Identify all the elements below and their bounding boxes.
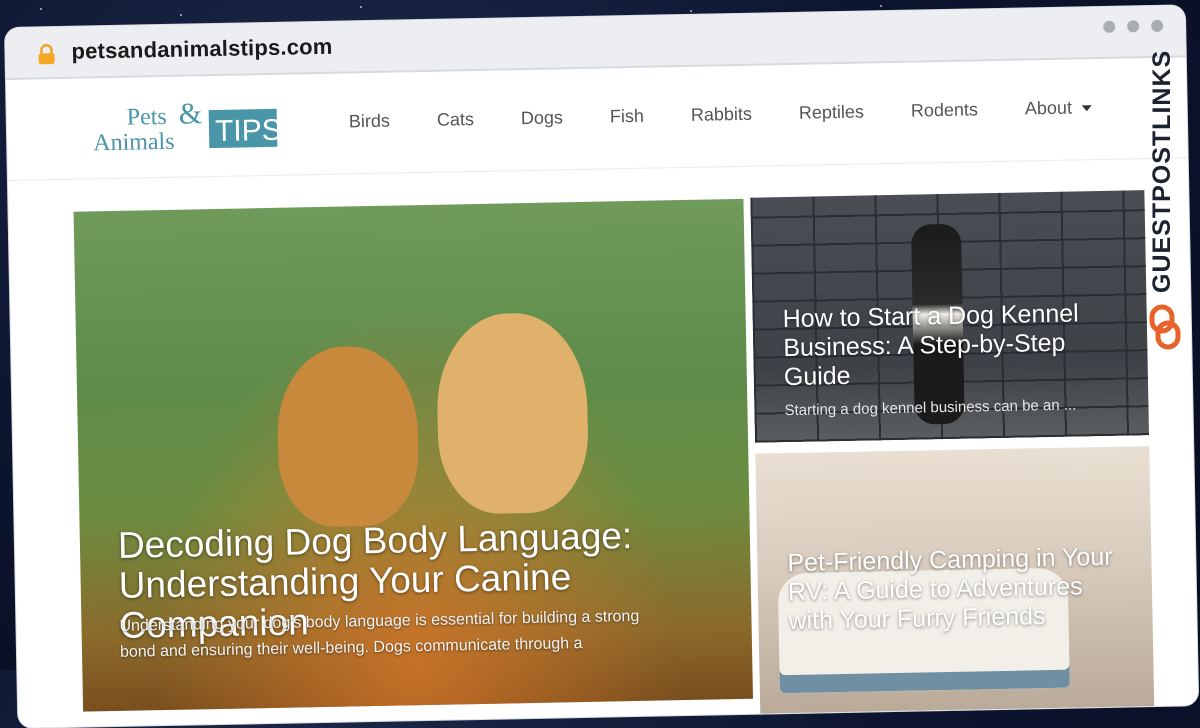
puppy-image [435, 311, 590, 515]
star [690, 10, 692, 12]
nav-item-cats[interactable]: Cats [437, 109, 474, 131]
link-icon [1149, 304, 1181, 350]
nav-item-reptiles[interactable]: Reptiles [799, 102, 864, 124]
hero-article[interactable]: Decoding Dog Body Language: Understandin… [73, 198, 754, 712]
nav-about-label: About [1024, 97, 1073, 119]
window-dot[interactable] [1103, 20, 1116, 33]
nav-item-birds[interactable]: Birds [349, 111, 390, 133]
chevron-down-icon [1081, 104, 1093, 111]
logo-tips: TIPS [215, 114, 282, 148]
site-header: Pets & Animals TIPS Birds Cats Dogs Fish… [5, 57, 1188, 181]
window-controls [1103, 19, 1164, 33]
article-card[interactable]: Pet-Friendly Camping in Your RV: A Guide… [755, 446, 1155, 714]
window-dot[interactable] [1127, 20, 1140, 33]
puppy-image [276, 345, 420, 528]
nav-item-dogs[interactable]: Dogs [521, 107, 563, 129]
nav-item-rabbits[interactable]: Rabbits [691, 104, 752, 126]
watermark-text: GUESTPOSTLINKS [1148, 49, 1176, 293]
site-logo[interactable]: Pets & Animals TIPS [88, 95, 289, 159]
main-nav: Birds Cats Dogs Fish Rabbits Reptiles Ro… [349, 97, 1093, 132]
article-card[interactable]: How to Start a Dog Kennel Business: A St… [750, 190, 1150, 443]
nav-item-rodents[interactable]: Rodents [911, 99, 978, 121]
logo-amp: & [178, 97, 202, 130]
watermark: GUESTPOSTLINKS [1146, 50, 1186, 358]
card-title[interactable]: Pet-Friendly Camping in Your RV: A Guide… [787, 543, 1129, 637]
star [180, 14, 182, 16]
card-excerpt: Starting a dog kennel business can be an… [784, 396, 1077, 420]
star [880, 5, 882, 7]
star [40, 8, 42, 10]
url-text[interactable]: petsandanimalstips.com [71, 34, 333, 65]
nav-item-about[interactable]: About [1024, 97, 1093, 119]
star [360, 6, 362, 8]
lock-icon [38, 43, 55, 65]
logo-animals: Animals [93, 129, 175, 157]
nav-item-fish[interactable]: Fish [610, 106, 644, 128]
browser-window: petsandanimalstips.com Pets & Animals TI… [5, 5, 1199, 728]
hero-excerpt: Understanding your dog's body language i… [119, 607, 640, 661]
window-dot[interactable] [1151, 19, 1164, 32]
logo-pets: Pets [126, 104, 167, 131]
card-title[interactable]: How to Start a Dog Kennel Business: A St… [782, 299, 1124, 393]
